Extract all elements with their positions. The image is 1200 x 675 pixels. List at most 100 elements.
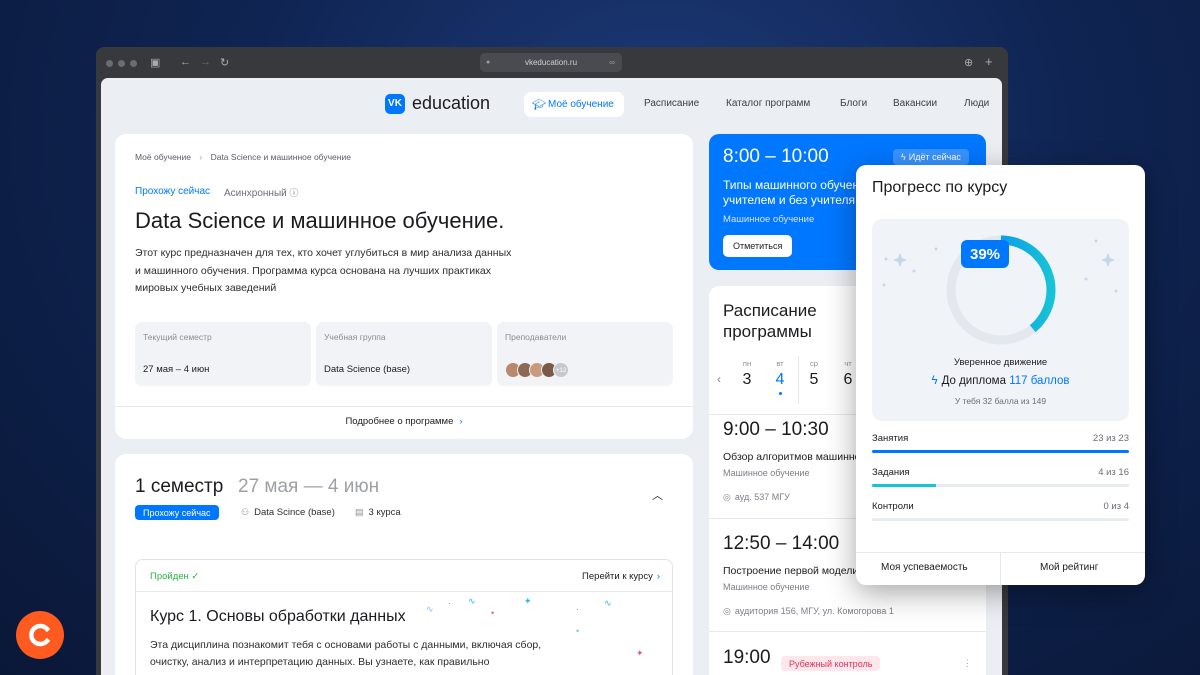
nav-people[interactable]: Люди (964, 98, 989, 109)
progress-bar (872, 518, 1129, 521)
current-semester-box: Текущий семестр 27 мая – 4 июн (135, 322, 311, 386)
diploma-label: До диплома (941, 375, 1006, 387)
breadcrumb: Моё обучение › Data Science и машинное о… (135, 152, 351, 162)
nav-vacancies[interactable]: Вакансии (893, 98, 937, 109)
event-location: ◎ аудитория 156, МГУ, ул. Комогорова 1 (723, 606, 894, 617)
nav-schedule[interactable]: Расписание (644, 98, 699, 109)
address-bar[interactable]: ● vkeducation.ru ∞ (480, 53, 622, 72)
day-tue[interactable]: вт 4 (767, 359, 793, 395)
info-value: Data Science (base) (324, 364, 411, 375)
event-title: Построение первой модели (723, 565, 859, 577)
bolt-icon: ϟ (901, 152, 906, 162)
info-icon[interactable]: ⓘ (290, 188, 299, 198)
window-zoom-dot[interactable] (130, 60, 137, 67)
forward-icon[interactable]: → (200, 56, 211, 68)
top-navigation: VK education 🎓︎ Моё обучение Расписание … (101, 78, 1002, 130)
progress-summary: 39% Уверенное движение ϟ До диплома 117 б… (872, 219, 1129, 421)
sidebar-toggle-icon[interactable]: ▣ (150, 56, 160, 69)
my-rating-button[interactable]: Мой рейтинг (1040, 562, 1098, 573)
nav-catalog[interactable]: Каталог программ (726, 98, 810, 109)
goto-course-link[interactable]: Перейти к курсу › (582, 571, 660, 582)
divider (709, 631, 986, 632)
divider (136, 591, 672, 592)
c-logo-icon (29, 623, 51, 647)
event-course: Машинное обучение (723, 468, 810, 478)
back-icon[interactable]: ← (180, 56, 191, 68)
status-badge: Прохожу сейчас (135, 505, 219, 520)
confetti-icon: · (448, 598, 451, 608)
more-about-program-link[interactable]: Подробнее о программе › (115, 416, 693, 427)
nav-my-learning[interactable]: 🎓︎ Моё обучение (524, 92, 624, 117)
day-mon[interactable]: пн 3 (734, 359, 760, 389)
lesson-course: Машинное обучение (723, 214, 815, 225)
breadcrumb-item[interactable]: Моё обучение (135, 152, 191, 162)
chevron-right-icon: › (459, 416, 463, 427)
course-title: Курс 1. Основы обработки данных (150, 608, 406, 625)
chevron-left-icon[interactable]: ‹ (717, 372, 721, 386)
new-tab-icon[interactable]: + (985, 54, 993, 69)
reload-icon[interactable]: ↻ (220, 56, 229, 69)
day-number: 4 (775, 371, 785, 388)
check-in-button[interactable]: Отметиться (723, 235, 793, 257)
event-time: 12:50 – 14:00 (723, 533, 840, 554)
address-text: vkeducation.ru (524, 58, 578, 67)
location-pin-icon: ◎ (723, 606, 731, 616)
info-label: Учебная группа (324, 332, 386, 342)
divider (115, 406, 693, 407)
study-group-box: Учебная группа Data Science (base) (316, 322, 492, 386)
logo[interactable]: VK education (385, 93, 490, 114)
link-icon[interactable]: ∞ (609, 58, 615, 67)
logo-text: education (412, 93, 491, 113)
info-label: Текущий семестр (143, 332, 212, 342)
more-options-icon[interactable]: ⋮ (963, 658, 972, 669)
semester-courses: ▤ 3 курса (355, 507, 401, 518)
course-progress-panel: Прогресс по курсу 39% Уверенное движение… (856, 165, 1145, 585)
points-to-diploma: ϟ До диплома 117 баллов (872, 375, 1129, 387)
day-wed[interactable]: ср 5 (801, 359, 827, 389)
nav-blogs[interactable]: Блоги (840, 98, 867, 109)
page-title: Data Science и машинное обучение. (135, 208, 505, 233)
row-value: 0 из 4 (1103, 501, 1129, 512)
row-value: 4 из 16 (1098, 467, 1129, 478)
download-icon[interactable]: ⊕ (964, 56, 973, 69)
confetti-icon: • (576, 626, 580, 636)
breadcrumb-chevron-icon: › (199, 152, 203, 162)
day-weekday: вт (776, 359, 784, 368)
confetti-icon: ✦ (524, 596, 532, 606)
event-time: 9:00 – 10:30 (723, 419, 829, 440)
confetti-icon: ∿ (468, 596, 476, 606)
more-link-label: Подробнее о программе (345, 416, 454, 427)
more-teachers-count: +12 (553, 362, 569, 378)
chevron-right-icon: › (656, 571, 660, 582)
points-summary: У тебя 32 балла из 149 (954, 396, 1047, 406)
info-label: Преподаватели (505, 332, 567, 342)
event-course: Машинное обучение (723, 582, 810, 592)
chevron-up-icon[interactable]: ︿ (652, 487, 663, 503)
selected-day-dot (778, 392, 782, 395)
teachers-box[interactable]: Преподаватели +12 (497, 322, 673, 386)
book-icon: ▤ (355, 507, 364, 517)
row-label: Контроли (872, 501, 914, 512)
breadcrumb-item[interactable]: Data Science и машинное обучение (211, 152, 351, 162)
exam-badge: Рубежный контроль (781, 656, 881, 671)
row-label: Задания (872, 467, 910, 478)
location-label: аудитория 156, МГУ, ул. Комогорова 1 (734, 606, 894, 616)
semester-group: ⚇ Data Scince (base) (241, 507, 335, 518)
brand-logo (16, 611, 64, 659)
window-minimize-dot[interactable] (118, 60, 125, 67)
my-performance-button[interactable]: Моя успеваемость (881, 562, 968, 573)
passed-label: Пройден (150, 571, 189, 582)
bolt-icon: ϟ (931, 375, 938, 387)
window-close-dot[interactable] (106, 60, 113, 67)
day-weekday: пн (742, 359, 752, 368)
confetti-icon: ∿ (604, 598, 612, 608)
divider (798, 356, 799, 404)
progress-title: Прогресс по курсу (872, 179, 1008, 196)
diploma-points: 117 баллов (1009, 375, 1070, 387)
location-pin-icon: ◎ (723, 492, 731, 502)
live-badge: ϟ Идёт сейчас (893, 149, 969, 165)
semester-dates: 27 мая — 4 июн (238, 476, 380, 497)
course-passed-status: Пройден ✓ (150, 571, 199, 582)
live-badge-label: Идёт сейчас (908, 152, 961, 162)
browser-toolbar: ▣ ← → ↻ ● vkeducation.ru ∞ ⊕ + (96, 47, 1008, 78)
